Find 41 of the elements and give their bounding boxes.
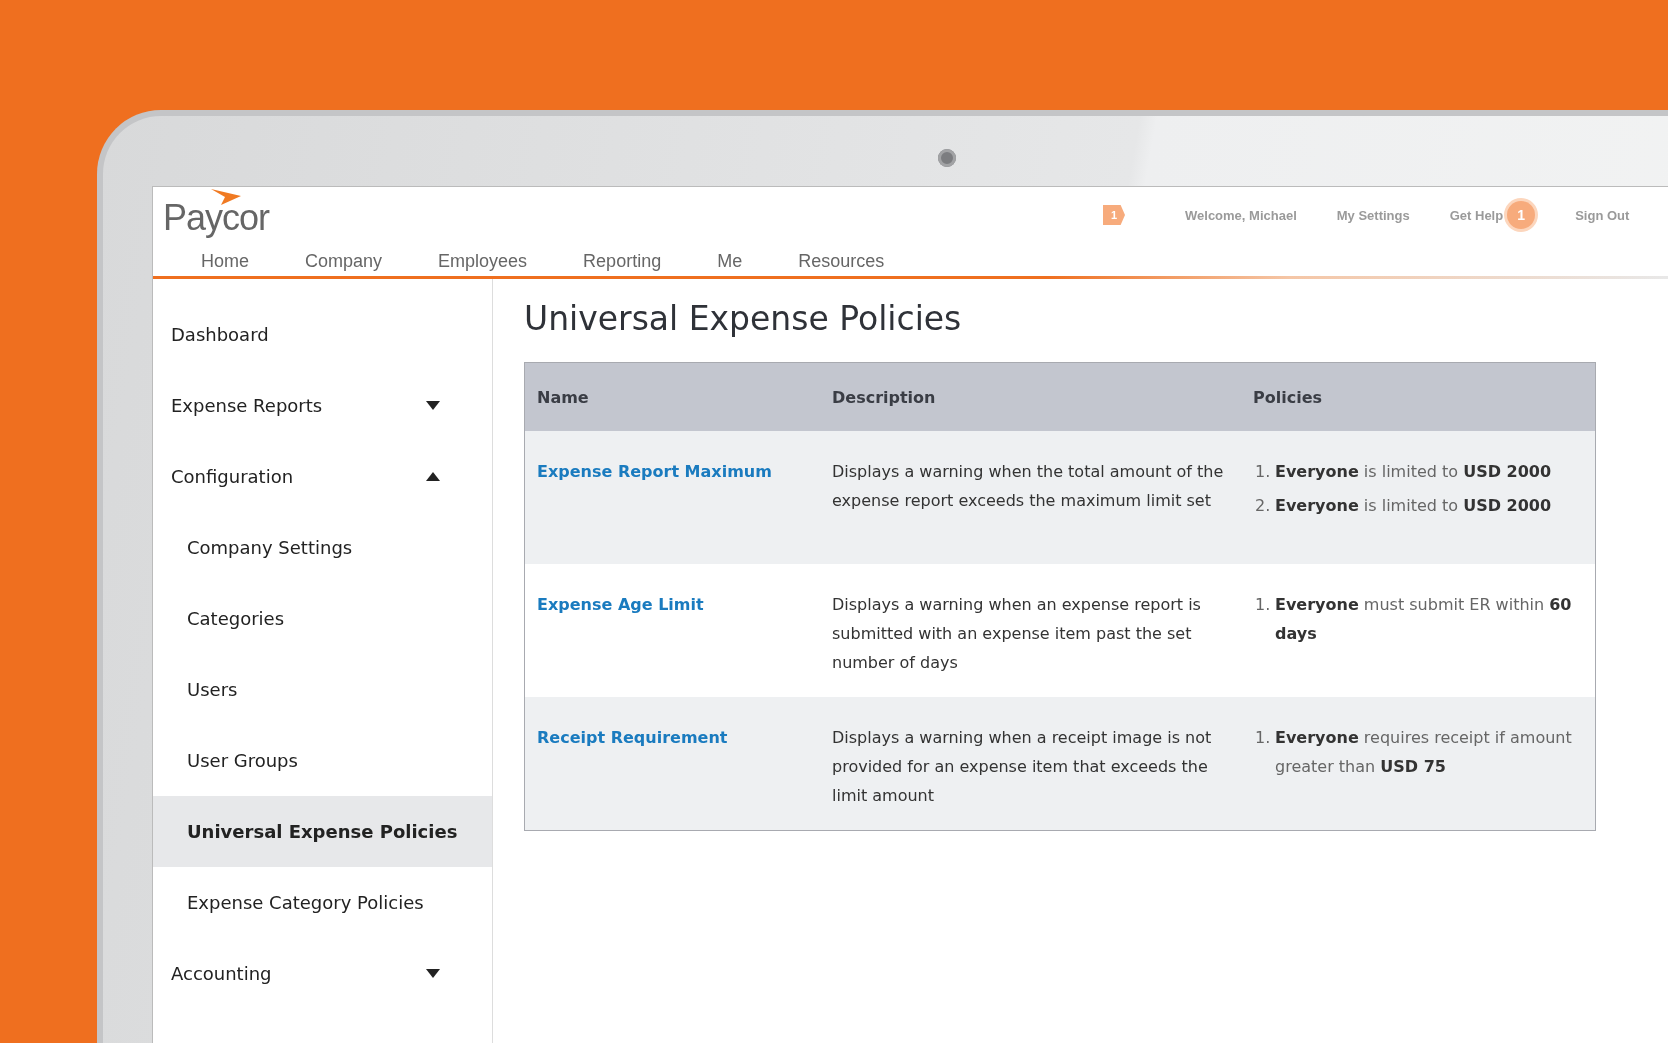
sidebar-item[interactable]: Users <box>153 654 492 725</box>
sidebar-item[interactable]: Configuration <box>153 441 492 512</box>
logo[interactable]: Paycor <box>163 197 270 239</box>
sidebar-item[interactable]: Accounting <box>153 938 492 1009</box>
policy-text: Everyone requires receipt if amount greater than USD 75 <box>1275 727 1573 778</box>
list-number: 1. <box>1255 461 1269 483</box>
policy-text: Everyone must submit ER within 60 days <box>1275 594 1573 645</box>
description-text: Displays a warning when a receipt image is not provided for an expense item that exceeds the limit amount <box>831 727 1213 807</box>
nav-tab[interactable]: Employees <box>438 251 528 272</box>
policy-link[interactable]: Receipt Requirement <box>537 723 728 752</box>
page-title: Universal Expense Policies <box>524 299 962 338</box>
policy-text: Everyone is limited to USD 2000 <box>1275 461 1552 483</box>
caret-icon <box>426 401 440 410</box>
nav-tab[interactable]: Company <box>305 251 383 272</box>
list-number: 2. <box>1255 495 1269 517</box>
sidebar-item[interactable]: User Groups <box>153 725 492 796</box>
sidebar-item[interactable]: Dashboard <box>153 299 492 370</box>
nav-tab[interactable]: Me <box>717 251 743 272</box>
caret-icon <box>426 472 440 481</box>
nav-tab[interactable]: Reporting <box>583 251 662 272</box>
logo-swoosh-icon <box>211 189 241 205</box>
caret-icon <box>426 969 440 978</box>
column-header: Policies <box>1252 387 1324 407</box>
nav-tab[interactable]: Home <box>201 251 249 272</box>
sidebar-item[interactable]: Expense Reports <box>153 370 492 441</box>
sidebar-item[interactable]: Company Settings <box>153 512 492 583</box>
help-count-badge: 1 <box>1507 201 1536 229</box>
column-header: Description <box>831 387 937 407</box>
sidebar-item[interactable]: Universal Expense Policies <box>153 796 492 867</box>
sidebar-item[interactable]: Expense Category Policies <box>153 867 492 938</box>
policy-link[interactable]: Expense Report Maximum <box>537 457 772 486</box>
nav-tab[interactable]: Resources <box>798 251 885 272</box>
camera-lens <box>938 149 956 167</box>
description-text: Displays a warning when an expense report is submitted with an expense item past the set number of days <box>831 594 1202 674</box>
list-number: 1. <box>1255 727 1269 749</box>
list-number: 1. <box>1255 594 1269 616</box>
policy-text: Everyone is limited to USD 2000 <box>1275 495 1552 517</box>
sidebar-item[interactable]: Categories <box>153 583 492 654</box>
column-header: Name <box>536 387 590 407</box>
description-text: Displays a warning when the total amount of the expense report exceeds the maximum limit set <box>831 461 1225 512</box>
policy-link[interactable]: Expense Age Limit <box>537 590 704 619</box>
